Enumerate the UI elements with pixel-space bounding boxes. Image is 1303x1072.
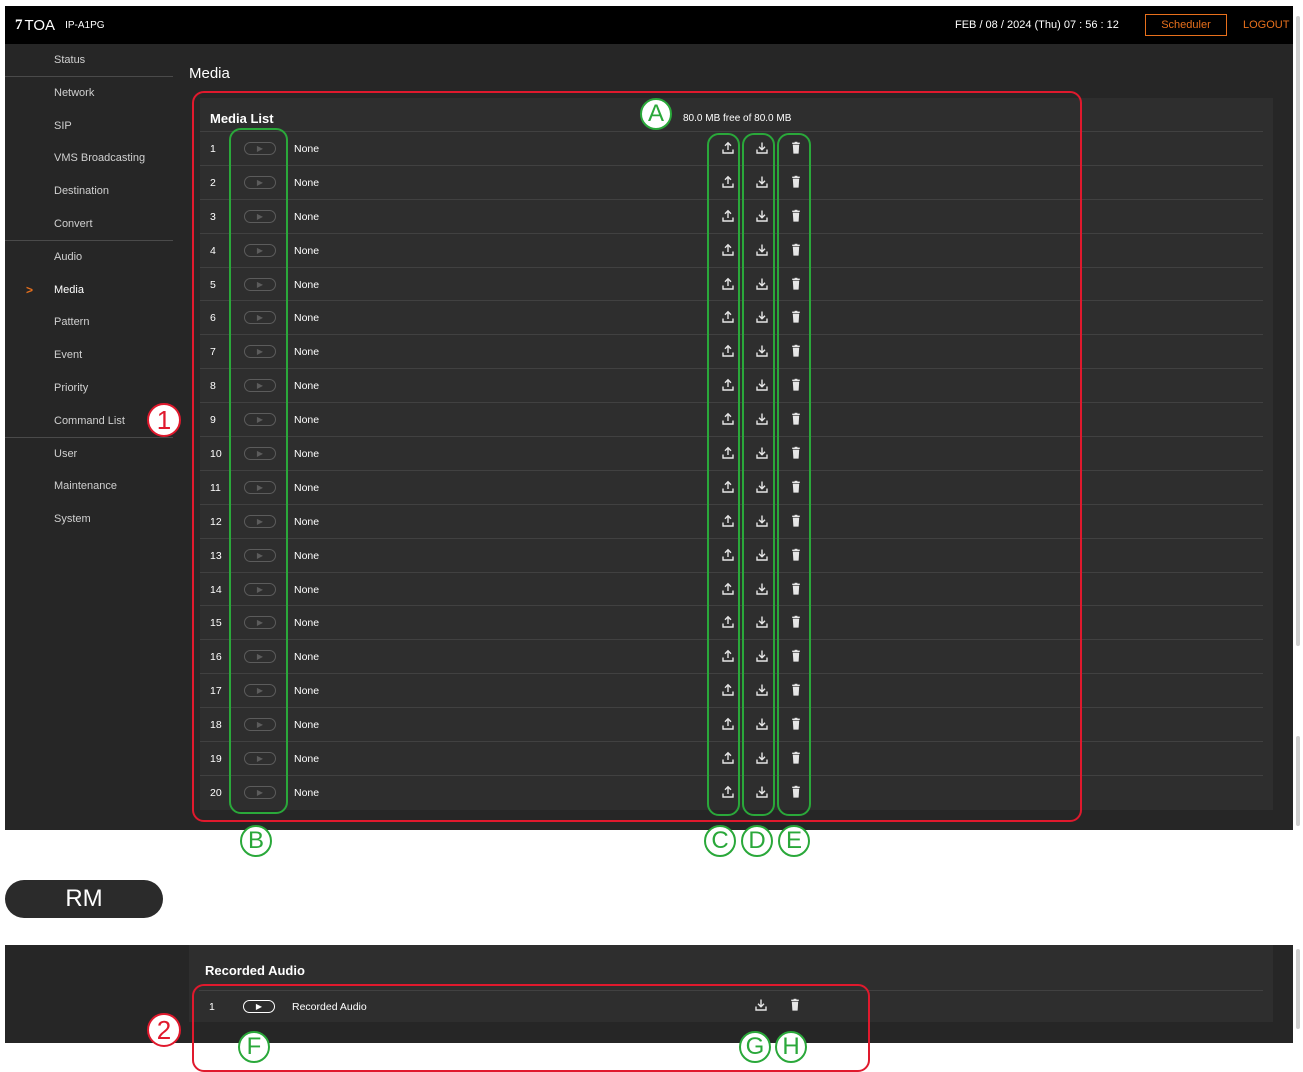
scrollbar-thumb[interactable]: [1296, 736, 1300, 826]
annotation-badge-h: H: [775, 1031, 807, 1063]
annotation-badge-f: F: [238, 1031, 270, 1063]
logo-mark: 7: [15, 17, 22, 33]
annotation-badge-a: A: [640, 98, 672, 130]
sidebar-item-label: Media: [54, 283, 84, 296]
sidebar-item-status[interactable]: Status: [5, 44, 173, 77]
sidebar-item-maintenance[interactable]: Maintenance: [5, 470, 173, 503]
sidebar-item-audio[interactable]: Audio: [5, 241, 173, 274]
rm-label: RM: [5, 880, 163, 918]
scrollbar-thumb[interactable]: [1296, 16, 1300, 646]
annotation-badge-1: 1: [147, 403, 181, 437]
page-title: Media: [189, 65, 230, 82]
sidebar-item-system[interactable]: System: [5, 503, 173, 536]
chevron-right-icon: >: [26, 282, 34, 297]
sidebar-item-event[interactable]: Event: [5, 339, 173, 372]
sidebar-item-destination[interactable]: Destination: [5, 175, 173, 208]
annotation-badge-g: G: [739, 1031, 771, 1063]
callout-delete-column: [777, 133, 811, 816]
scrollbar[interactable]: [1293, 6, 1303, 830]
sidebar-item-pattern[interactable]: Pattern: [5, 306, 173, 339]
sidebar-item-sip[interactable]: SIP: [5, 110, 173, 143]
logout-link[interactable]: LOGOUT: [1243, 19, 1289, 31]
sidebar-item-media[interactable]: > Media: [5, 274, 173, 307]
callout-upload-column: [707, 133, 740, 816]
sidebar-item-convert[interactable]: Convert: [5, 208, 173, 241]
callout-recorded-audio: [192, 984, 870, 1072]
scrollbar[interactable]: [1293, 945, 1303, 1043]
sidebar: Status Network SIP VMS Broadcasting Dest…: [5, 44, 173, 536]
scrollbar-thumb[interactable]: [1296, 949, 1300, 1029]
recorded-audio-title: Recorded Audio: [205, 963, 305, 978]
sidebar-item-priority[interactable]: Priority: [5, 372, 173, 405]
callout-download-column: [742, 133, 775, 816]
annotation-badge-c: C: [704, 825, 736, 857]
model-name: IP-A1PG: [65, 20, 105, 31]
annotation-badge-d: D: [741, 825, 773, 857]
toa-logo: 7 TOA IP-A1PG: [15, 17, 105, 34]
scheduler-button[interactable]: Scheduler: [1145, 14, 1227, 36]
logo-brand: TOA: [24, 17, 56, 34]
annotation-badge-b: B: [240, 825, 272, 857]
callout-media-list: [192, 91, 1082, 822]
callout-play-column: [229, 128, 288, 814]
sidebar-item-user[interactable]: User: [5, 438, 173, 471]
annotation-badge-e: E: [778, 825, 810, 857]
top-bar: 7 TOA IP-A1PG FEB / 08 / 2024 (Thu) 07 :…: [5, 6, 1293, 44]
sidebar-item-vms-broadcasting[interactable]: VMS Broadcasting: [5, 142, 173, 175]
datetime-display: FEB / 08 / 2024 (Thu) 07 : 56 : 12: [955, 19, 1119, 31]
annotation-badge-2: 2: [147, 1013, 181, 1047]
sidebar-item-network[interactable]: Network: [5, 77, 173, 110]
